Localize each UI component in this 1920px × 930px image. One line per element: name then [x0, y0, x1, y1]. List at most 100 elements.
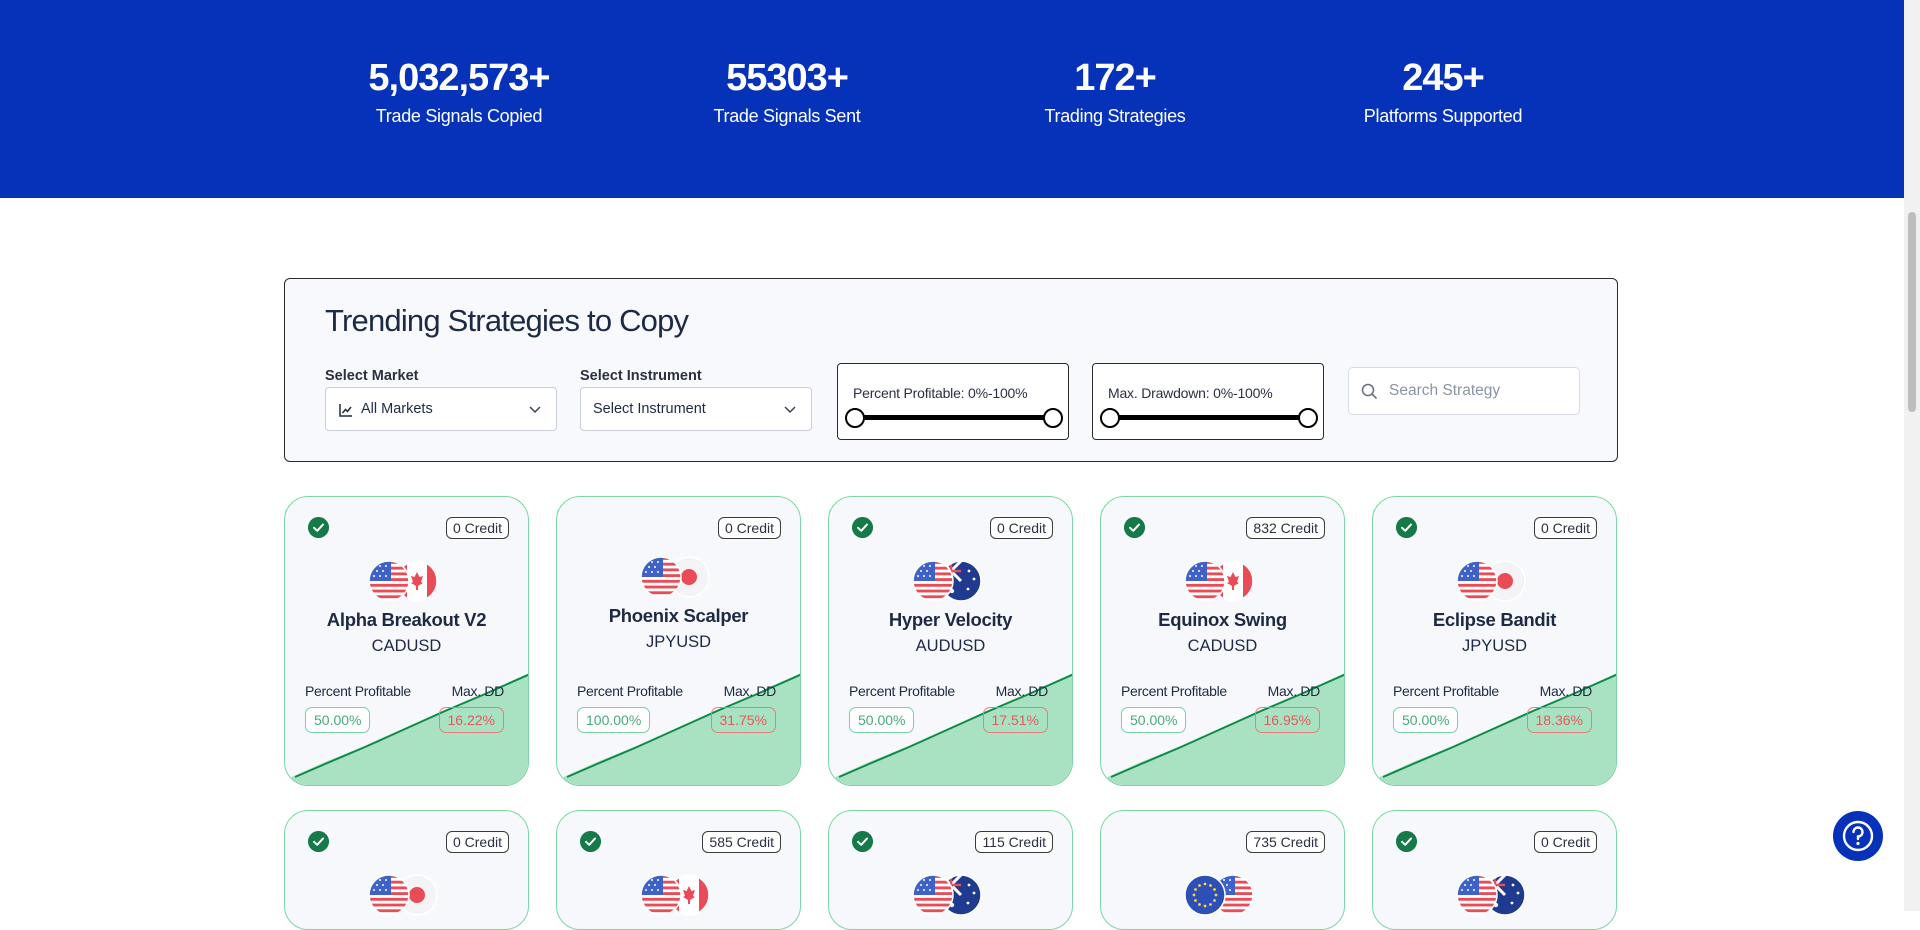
strategy-name: Equinox Swing [1158, 609, 1287, 630]
strategy-filter-panel: Trending Strategies to Copy Select Marke… [284, 278, 1618, 462]
market-select[interactable]: All Markets [325, 387, 557, 431]
verified-check-icon [1124, 517, 1145, 538]
currency-pair-flags [368, 874, 438, 916]
stat-value: 172+ [1074, 57, 1157, 99]
stat-label: Trade Signals Copied [375, 106, 543, 126]
strategy-name: Hyper Velocity [888, 609, 1013, 630]
search-strategy-input[interactable]: Search Strategy [1348, 367, 1580, 415]
currency-pair-flags [912, 874, 982, 916]
range-min-handle[interactable] [1100, 408, 1120, 428]
credit-badge: 585 Credit [702, 831, 781, 853]
currency-pair-flags [1184, 560, 1254, 602]
currency-pair-flags [1456, 560, 1526, 602]
credit-badge: 0 Credit [445, 517, 509, 539]
instrument-select-value: Select Instrument [593, 401, 706, 417]
range-max-handle[interactable] [1298, 408, 1318, 428]
range-min-handle[interactable] [845, 408, 865, 428]
strategy-symbol: CADUSD [1187, 637, 1258, 655]
scrollbar-thumb[interactable] [1908, 212, 1916, 412]
strategy-card[interactable]: 0 Credit [284, 810, 529, 930]
strategy-symbol: JPYUSD [645, 633, 712, 651]
stats-banner: 5,032,573+ Trade Signals Copied 55303+ T… [0, 0, 1904, 198]
stat-trading-strategies: 172+ Trading Strategies [950, 54, 1280, 128]
strategy-card[interactable]: 0 Credit Alpha Breakout V2 CADUSD Percent P… [284, 496, 529, 786]
max-dd-label: Max. DD [1539, 683, 1593, 699]
percent-profitable-label: Percent Profitable [577, 683, 683, 699]
percent-profitable-label: Percent Profitable [849, 683, 955, 699]
strategy-symbol: CADUSD [371, 637, 442, 655]
credit-badge: 0 Credit [989, 517, 1053, 539]
stat-value: 55303+ [726, 57, 849, 99]
max-drawdown-range: Max. Drawdown: 0%-100% [1092, 363, 1324, 440]
max-dd-badge: 16.22% [438, 707, 504, 733]
strategy-card[interactable]: 115 Credit [828, 810, 1073, 930]
max-dd-label: Max. DD [1267, 683, 1321, 699]
credit-badge: 0 Credit [1533, 517, 1597, 539]
max-dd-label: Max. DD [723, 683, 777, 699]
stat-label: Trade Signals Sent [713, 106, 861, 126]
max-dd-badge: 17.51% [982, 707, 1048, 733]
percent-profitable-badge: 50.00% [305, 707, 371, 733]
range-label: Max. Drawdown: 0%-100% [1108, 385, 1273, 401]
verified-check-icon [580, 831, 601, 852]
max-dd-badge: 16.95% [1254, 707, 1320, 733]
max-dd-badge: 18.36% [1526, 707, 1592, 733]
strategy-card[interactable]: 585 Credit [556, 810, 801, 930]
verified-check-icon [852, 831, 873, 852]
credit-badge: 115 Credit [975, 831, 1053, 853]
section-title: Trending Strategies to Copy [325, 303, 689, 338]
verified-check-icon [308, 831, 329, 852]
verified-check-icon [308, 517, 329, 538]
strategy-card[interactable]: 0 Credit Phoenix Scalper JPYUSD Percent Pro… [556, 496, 801, 786]
market-label: Select Market [325, 368, 419, 384]
strategy-card[interactable]: 832 Credit Equinox Swing CADUSD Percent Pro… [1100, 496, 1345, 786]
strategy-card[interactable]: 735 Credit [1100, 810, 1345, 930]
stat-signals-sent: 55303+ Trade Signals Sent [622, 54, 952, 128]
instrument-select[interactable]: Select Instrument [580, 387, 812, 431]
verified-check-icon [1396, 517, 1417, 538]
currency-pair-flags [640, 874, 710, 916]
range-max-handle[interactable] [1043, 408, 1063, 428]
chevron-down-icon [529, 406, 541, 414]
max-dd-label: Max. DD [451, 683, 505, 699]
stat-label: Trading Strategies [1044, 106, 1186, 126]
credit-badge: 0 Credit [1533, 831, 1597, 853]
max-dd-badge: 31.75% [710, 707, 776, 733]
percent-profitable-label: Percent Profitable [1393, 683, 1499, 699]
verified-check-icon [1396, 831, 1417, 852]
strategy-card[interactable]: 0 Credit Hyper Velocity AUDUSD Percent Prof… [828, 496, 1073, 786]
strategy-card[interactable]: 0 Credit [1372, 810, 1617, 930]
currency-pair-flags [912, 560, 982, 602]
verified-check-icon [852, 517, 873, 538]
percent-profitable-label: Percent Profitable [1121, 683, 1227, 699]
stat-value: 245+ [1402, 57, 1485, 99]
currency-pair-flags [368, 560, 438, 602]
max-dd-label: Max. DD [995, 683, 1049, 699]
percent-profitable-label: Percent Profitable [305, 683, 411, 699]
help-button[interactable] [1833, 811, 1883, 861]
chart-line-icon [339, 404, 352, 417]
range-track[interactable] [853, 415, 1053, 420]
market-select-value: All Markets [361, 401, 433, 417]
strategy-symbol: JPYUSD [1461, 637, 1528, 655]
strategy-symbol: AUDUSD [915, 637, 986, 655]
stat-value: 5,032,573+ [368, 57, 550, 99]
stat-platforms-supported: 245+ Platforms Supported [1278, 54, 1608, 128]
page-scrollbar[interactable] [1904, 0, 1920, 911]
currency-pair-flags [1456, 874, 1526, 916]
credit-badge: 0 Credit [445, 831, 509, 853]
currency-pair-flags [640, 556, 710, 598]
credit-badge: 735 Credit [1246, 831, 1325, 853]
strategy-card[interactable]: 0 Credit Eclipse Bandit JPYUSD Percent Prof… [1372, 496, 1617, 786]
percent-profitable-badge: 50.00% [1393, 707, 1459, 733]
percent-profitable-range: Percent Profitable: 0%-100% [837, 363, 1069, 440]
strategy-name: Alpha Breakout V2 [326, 609, 487, 630]
credit-badge: 832 Credit [1246, 517, 1325, 539]
credit-badge: 0 Credit [717, 517, 781, 539]
stat-label: Platforms Supported [1363, 106, 1523, 126]
currency-pair-flags [1184, 874, 1254, 916]
range-label: Percent Profitable: 0%-100% [853, 385, 1028, 401]
range-track[interactable] [1108, 415, 1308, 420]
question-icon [1842, 820, 1874, 852]
instrument-label: Select Instrument [580, 368, 702, 384]
